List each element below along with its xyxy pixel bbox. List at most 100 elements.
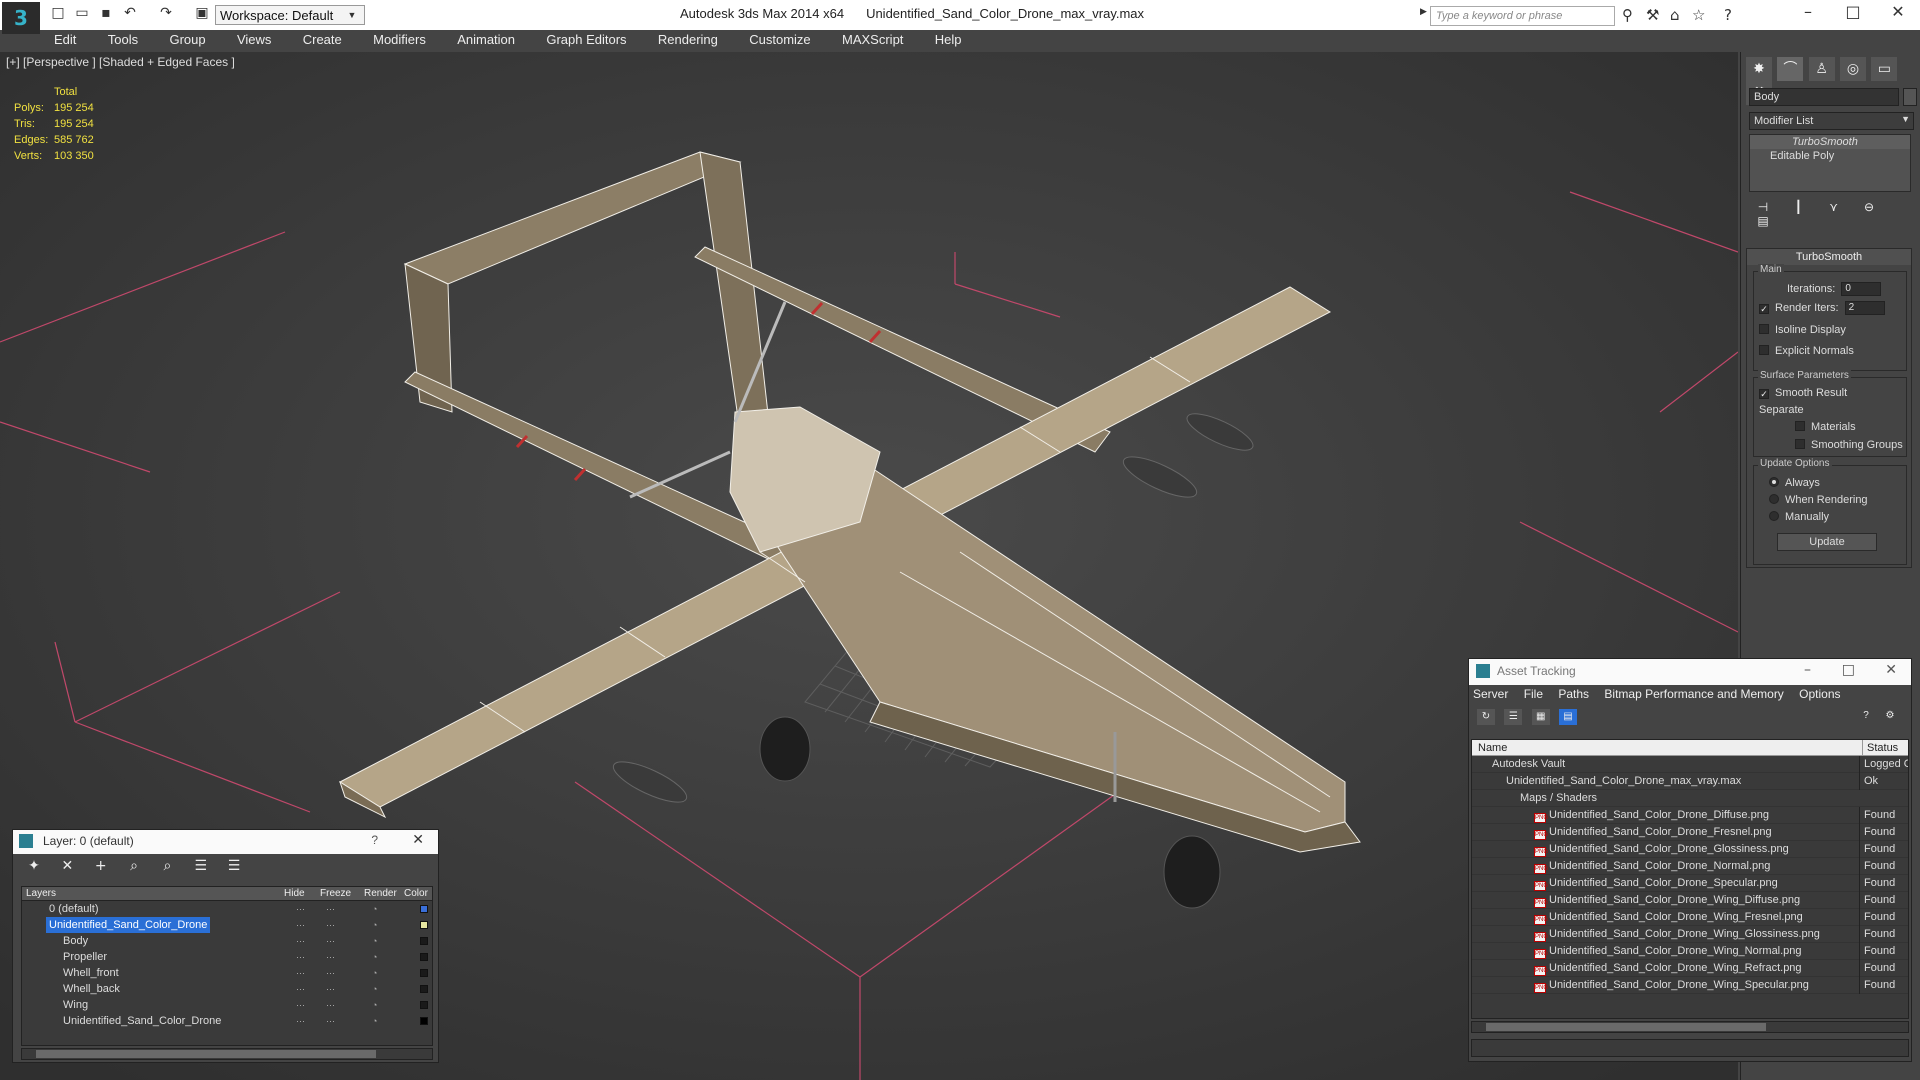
- make-unique-icon[interactable]: ⋎: [1822, 200, 1846, 214]
- app-logo-icon[interactable]: 3: [2, 2, 40, 34]
- hide-toggle[interactable]: ⋯: [296, 901, 305, 917]
- asset-name-cell[interactable]: PNGUnidentified_Sand_Color_Drone_Wing_Re…: [1534, 960, 1802, 977]
- asset-name-cell[interactable]: PNGUnidentified_Sand_Color_Drone_Diffuse…: [1534, 807, 1769, 824]
- layer-scrollbar[interactable]: [21, 1048, 433, 1060]
- redo-icon[interactable]: ↷: [156, 5, 176, 25]
- menu-create[interactable]: Create: [289, 30, 356, 49]
- asset-name-cell[interactable]: PNGUnidentified_Sand_Color_Drone_Wing_Sp…: [1534, 977, 1809, 994]
- layer-row[interactable]: Whell_front ⋯ ⋯ ◔: [22, 965, 432, 981]
- col-name[interactable]: Name: [1478, 742, 1507, 754]
- menu-maxscript[interactable]: MAXScript: [828, 30, 917, 49]
- materials-checkbox[interactable]: [1795, 421, 1805, 431]
- layer-name[interactable]: Unidentified_Sand_Color_Drone: [60, 1013, 224, 1029]
- render-iters-spinner[interactable]: 2: [1844, 301, 1885, 315]
- layer-color-swatch[interactable]: [420, 969, 428, 977]
- render-toggle[interactable]: ◔: [372, 1013, 377, 1029]
- asset-name-cell[interactable]: Autodesk Vault: [1492, 756, 1565, 773]
- asset-row[interactable]: PNGUnidentified_Sand_Color_Drone_Wing_Fr…: [1472, 909, 1908, 926]
- chevron-down-icon[interactable]: ▼: [345, 5, 359, 25]
- rollout-title[interactable]: TurboSmooth: [1747, 249, 1911, 265]
- highlight-selected-icon[interactable]: ⌕: [156, 858, 178, 874]
- render-toggle[interactable]: ◔: [372, 965, 377, 981]
- freeze-toggle[interactable]: ⋯: [326, 917, 335, 933]
- asset-row[interactable]: Maps / Shaders: [1472, 790, 1908, 807]
- render-toggle[interactable]: ◔: [372, 917, 377, 933]
- open-file-icon[interactable]: ▭: [72, 5, 92, 25]
- display-tab-icon[interactable]: ▭: [1871, 57, 1898, 81]
- search-expand-icon[interactable]: ▶: [1420, 6, 1427, 17]
- always-radio[interactable]: [1769, 477, 1779, 487]
- col-color[interactable]: Color: [404, 888, 428, 899]
- hide-toggle[interactable]: ⋯: [296, 949, 305, 965]
- refresh-icon[interactable]: ↻: [1477, 709, 1495, 725]
- col-layers[interactable]: Layers: [26, 888, 56, 899]
- table-view-icon[interactable]: ▤: [1559, 709, 1578, 725]
- close-icon[interactable]: ✕: [1883, 2, 1913, 21]
- save-icon[interactable]: ▪: [96, 5, 116, 25]
- asset-row[interactable]: PNGUnidentified_Sand_Color_Drone_Wing_Re…: [1472, 960, 1908, 977]
- layer-window-titlebar[interactable]: Layer: 0 (default) ? ✕: [13, 830, 438, 854]
- layer-color-swatch[interactable]: [420, 1001, 428, 1009]
- layer-row[interactable]: Propeller ⋯ ⋯ ◔: [22, 949, 432, 965]
- layer-color-swatch[interactable]: [420, 905, 428, 913]
- layer-row[interactable]: Whell_back ⋯ ⋯ ◔: [22, 981, 432, 997]
- asset-row[interactable]: Unidentified_Sand_Color_Drone_max_vray.m…: [1472, 773, 1908, 790]
- hide-toggle[interactable]: ⋯: [296, 933, 305, 949]
- help-icon[interactable]: ?: [1857, 708, 1875, 724]
- asset-menu-file[interactable]: File: [1524, 687, 1543, 701]
- render-toggle[interactable]: ◔: [372, 901, 377, 917]
- isoline-checkbox[interactable]: [1759, 324, 1769, 334]
- asset-row[interactable]: Autodesk Vault Logged Out: [1472, 756, 1908, 773]
- smooth-result-checkbox[interactable]: ✓: [1759, 389, 1769, 399]
- col-freeze[interactable]: Freeze: [320, 888, 351, 899]
- asset-name-cell[interactable]: PNGUnidentified_Sand_Color_Drone_Glossin…: [1534, 841, 1789, 858]
- freeze-all-icon[interactable]: ☰: [223, 858, 245, 874]
- asset-menu-server[interactable]: Server: [1473, 687, 1508, 701]
- asset-name-cell[interactable]: PNGUnidentified_Sand_Color_Drone_Normal.…: [1534, 858, 1770, 875]
- favorites-star-icon[interactable]: ☆: [1692, 6, 1705, 24]
- col-hide[interactable]: Hide: [284, 888, 305, 899]
- layer-color-swatch[interactable]: [420, 937, 428, 945]
- freeze-toggle[interactable]: ⋯: [326, 981, 335, 997]
- layer-name[interactable]: 0 (default): [46, 901, 102, 917]
- col-status[interactable]: Status: [1862, 740, 1898, 756]
- asset-menu-paths[interactable]: Paths: [1558, 687, 1589, 701]
- update-button[interactable]: Update: [1777, 533, 1877, 551]
- viewport-label[interactable]: [+] [Perspective ] [Shaded + Edged Faces…: [6, 55, 235, 69]
- freeze-toggle[interactable]: ⋯: [326, 965, 335, 981]
- hide-toggle[interactable]: ⋯: [296, 981, 305, 997]
- asset-row[interactable]: PNGUnidentified_Sand_Color_Drone_Wing_Di…: [1472, 892, 1908, 909]
- smoothing-groups-checkbox[interactable]: [1795, 439, 1805, 449]
- layer-color-swatch[interactable]: [420, 953, 428, 961]
- hide-toggle[interactable]: ⋯: [296, 997, 305, 1013]
- close-icon[interactable]: ✕: [412, 832, 424, 848]
- asset-name-cell[interactable]: PNGUnidentified_Sand_Color_Drone_Wing_Gl…: [1534, 926, 1820, 943]
- asset-name-cell[interactable]: PNGUnidentified_Sand_Color_Drone_Wing_No…: [1534, 943, 1802, 960]
- minimize-icon[interactable]: –: [1793, 2, 1823, 21]
- layer-row[interactable]: Wing ⋯ ⋯ ◔: [22, 997, 432, 1013]
- freeze-toggle[interactable]: ⋯: [326, 901, 335, 917]
- help-icon[interactable]: ?: [1724, 6, 1732, 24]
- asset-row[interactable]: PNGUnidentified_Sand_Color_Drone_Normal.…: [1472, 858, 1908, 875]
- asset-name-cell[interactable]: PNGUnidentified_Sand_Color_Drone_Wing_Fr…: [1534, 909, 1803, 926]
- settings-icon[interactable]: ⚙: [1881, 708, 1899, 724]
- hide-all-icon[interactable]: ☰: [190, 858, 212, 874]
- new-file-icon[interactable]: □: [48, 5, 68, 25]
- layer-color-swatch[interactable]: [420, 985, 428, 993]
- hide-toggle[interactable]: ⋯: [296, 965, 305, 981]
- menu-modifiers[interactable]: Modifiers: [359, 30, 440, 49]
- help-button[interactable]: ?: [371, 833, 378, 847]
- layer-name[interactable]: Unidentified_Sand_Color_Drone: [46, 917, 211, 933]
- asset-row[interactable]: PNGUnidentified_Sand_Color_Drone_Glossin…: [1472, 841, 1908, 858]
- render-toggle[interactable]: ◔: [372, 997, 377, 1013]
- project-folder-icon[interactable]: ▣: [192, 5, 212, 25]
- asset-name-cell[interactable]: Maps / Shaders: [1520, 790, 1597, 807]
- menu-help[interactable]: Help: [921, 30, 976, 49]
- pin-stack-icon[interactable]: ⊣: [1751, 200, 1775, 214]
- asset-row[interactable]: PNGUnidentified_Sand_Color_Drone_Wing_Sp…: [1472, 977, 1908, 994]
- stack-item-turbosmooth[interactable]: TurboSmooth: [1750, 135, 1910, 149]
- hide-toggle[interactable]: ⋯: [296, 1013, 305, 1029]
- col-render[interactable]: Render: [364, 888, 397, 899]
- layer-color-swatch[interactable]: [420, 921, 428, 929]
- layer-name[interactable]: Body: [60, 933, 91, 949]
